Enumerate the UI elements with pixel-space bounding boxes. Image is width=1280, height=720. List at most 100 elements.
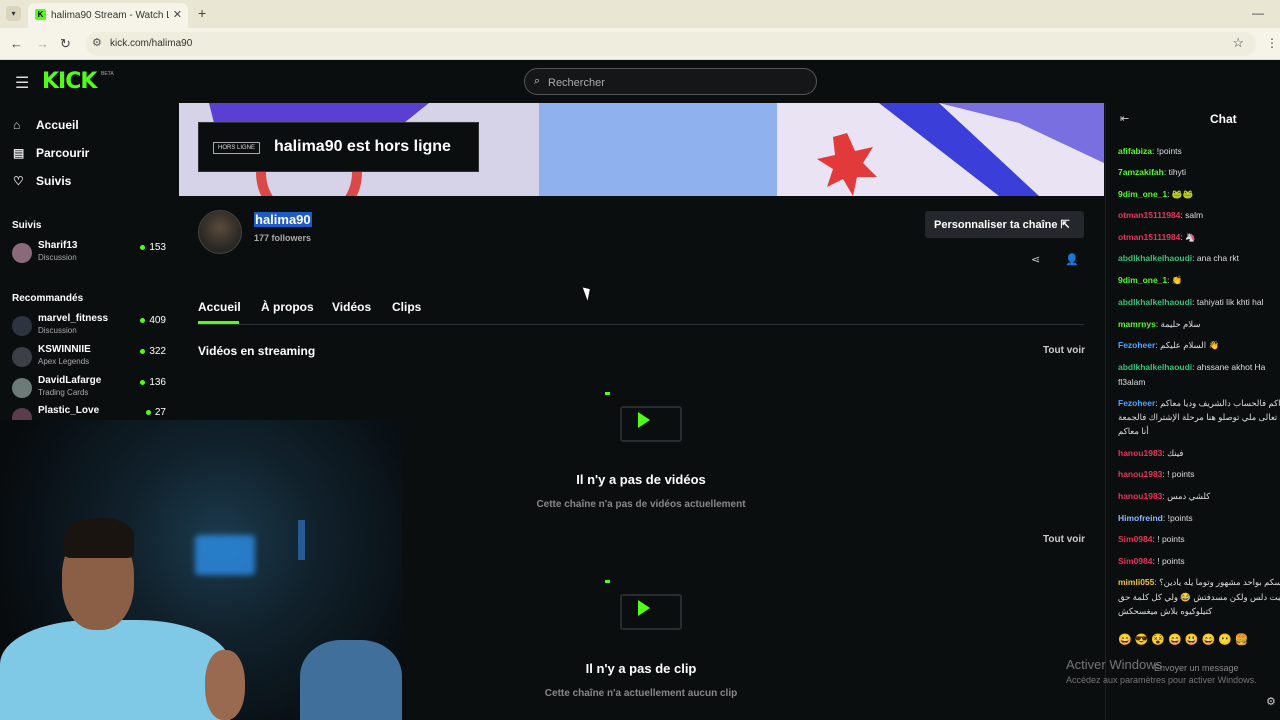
- chat-username[interactable]: hanou1983: [1118, 448, 1162, 458]
- chat-message: fl3alam: [1118, 376, 1280, 389]
- live-dot-icon: [145, 409, 151, 415]
- chat-username[interactable]: Sim0984: [1118, 534, 1153, 544]
- chat-message: hanou1983: فينك: [1118, 448, 1184, 458]
- webcam-overlay: [0, 420, 402, 720]
- gear-icon[interactable]: ⚙: [1266, 695, 1276, 708]
- chat-message: 9dim_one_1: 👏: [1118, 275, 1183, 285]
- back-arrow-icon[interactable]: ←: [10, 36, 23, 51]
- minimize-window-button[interactable]: —: [1252, 6, 1264, 20]
- chat-username[interactable]: otman15111984: [1118, 232, 1180, 242]
- sidebar-item-accueil[interactable]: ⌂ Accueil: [13, 118, 79, 132]
- chat-username[interactable]: abdlkhalkelhaoudi: [1118, 253, 1192, 263]
- tab-videos[interactable]: Vidéos: [332, 300, 371, 314]
- tab-list-button[interactable]: ▾: [6, 6, 21, 21]
- reload-icon[interactable]: ↻: [60, 36, 71, 52]
- see-all-clips-link[interactable]: Tout voir: [1043, 534, 1085, 545]
- chat-text: اسكم بواحد مشهور وتوما يله يادين؟: [1159, 577, 1280, 587]
- offline-text: halima90 est hors ligne: [274, 138, 451, 155]
- chat-message: 9dim_one_1: 🐸🐸: [1118, 189, 1194, 199]
- second-person: [300, 640, 402, 720]
- chat-message: كتيلوكيوه بلاش ميغسحكش: [1118, 605, 1280, 618]
- channel-item-davidlafarge[interactable]: DavidLafarge Trading Cards 136: [12, 375, 172, 403]
- chat-message: mamrnys: سلام حليمة: [1118, 319, 1201, 329]
- mouse-cursor: [582, 285, 594, 301]
- chat-message: 7amzakifah: tihyti: [1118, 167, 1187, 177]
- search-input[interactable]: ⌕ Rechercher: [524, 68, 817, 95]
- live-dot-icon: [140, 348, 146, 354]
- viewer-count: 153: [140, 242, 166, 253]
- chat-username[interactable]: Fezoheer: [1118, 398, 1155, 408]
- logo-beta-tag: BETA: [101, 71, 114, 77]
- sidebar-item-parcourir[interactable]: ▤ Parcourir: [13, 146, 89, 160]
- bookmark-star-icon[interactable]: ☆: [1232, 35, 1244, 51]
- channel-avatar[interactable]: [198, 210, 242, 254]
- tab-title: halima90 Stream - Watch Live o: [51, 10, 169, 21]
- chat-text: كلشي دمس: [1167, 491, 1211, 501]
- chat-username[interactable]: abdlkhalkelhaoudi: [1118, 362, 1192, 372]
- forward-arrow-icon[interactable]: →: [36, 36, 49, 51]
- avatar: [12, 316, 32, 336]
- new-tab-button[interactable]: +: [198, 5, 206, 21]
- chat-username[interactable]: afifabiza: [1118, 146, 1152, 156]
- kick-logo[interactable]: KICK: [42, 69, 97, 94]
- chat-message: abdlkhalkelhaoudi: tahiyati lik khti hal: [1118, 297, 1264, 307]
- channel-item-sharif13[interactable]: Sharif13 Discussion 153: [12, 240, 172, 268]
- chat-message: تعالى ملي توصلو هنا مرحلة الإشتراك فالجم…: [1118, 411, 1280, 424]
- play-icon: [638, 412, 650, 428]
- chat-username[interactable]: hanou1983: [1118, 469, 1162, 479]
- chat-text: fl3alam: [1118, 377, 1146, 387]
- share-icon[interactable]: ⋖: [1031, 253, 1040, 266]
- chat-username[interactable]: mamrnys: [1118, 319, 1156, 329]
- chat-username[interactable]: 9dim_one_1: [1118, 189, 1167, 199]
- browser-tab[interactable]: K halima90 Stream - Watch Live o ✕: [28, 3, 188, 28]
- chat-username[interactable]: abdlkhalkelhaoudi: [1118, 297, 1192, 307]
- avatar: [12, 378, 32, 398]
- home-icon: ⌂: [13, 118, 21, 132]
- chat-text: 🐸🐸: [1171, 189, 1194, 199]
- chat-username[interactable]: 7amzakifah: [1118, 167, 1164, 177]
- chat-message: otman15111984: 🦄: [1118, 232, 1196, 242]
- tab-a-propos[interactable]: À propos: [261, 300, 314, 314]
- no-videos-illustration: [600, 392, 684, 444]
- chat-username[interactable]: Sim0984: [1118, 556, 1153, 566]
- close-tab-icon[interactable]: ✕: [173, 8, 182, 21]
- hamburger-menu-icon[interactable]: ☰: [15, 73, 29, 93]
- collapse-chat-icon[interactable]: ⇤: [1120, 112, 1129, 125]
- chat-message: hanou1983: كلشي دمس: [1118, 491, 1211, 501]
- chat-username[interactable]: hanou1983: [1118, 491, 1162, 501]
- channel-name: marvel_fitness: [38, 313, 109, 324]
- emote-bar[interactable]: 😄😎😵😄😃😄😶🍔: [1118, 633, 1252, 646]
- channel-item-kswinniie[interactable]: KSWINNIIE Apex Legends 322: [12, 344, 172, 372]
- tab-accueil[interactable]: Accueil: [198, 300, 241, 314]
- background-light: [195, 535, 255, 575]
- channel-category: Apex Legends: [38, 357, 90, 366]
- channel-name-heading: halima90: [254, 212, 312, 227]
- no-clips-subtitle: Cette chaîne n'a actuellement aucun clip: [544, 688, 738, 699]
- sidebar-item-suivis[interactable]: ♡ Suivis: [13, 174, 71, 188]
- site-info-icon[interactable]: ⚙: [92, 36, 102, 49]
- chat-text: فينك: [1167, 448, 1184, 458]
- channel-category: Trading Cards: [38, 388, 89, 397]
- avatar: [12, 347, 32, 367]
- viewer-count: 27: [145, 407, 166, 418]
- search-placeholder: Rechercher: [548, 77, 605, 89]
- sidebar-item-label: Suivis: [36, 174, 72, 188]
- chat-username[interactable]: 9dim_one_1: [1118, 275, 1167, 285]
- user-profile-icon[interactable]: 👤: [1065, 253, 1079, 266]
- channel-item-marvel-fitness[interactable]: marvel_fitness Discussion 409: [12, 313, 172, 341]
- live-dot-icon: [140, 317, 146, 323]
- chat-username[interactable]: Himofreind: [1118, 513, 1163, 523]
- browser-menu-icon[interactable]: ⋮: [1266, 36, 1278, 50]
- see-all-videos-link[interactable]: Tout voir: [1043, 345, 1085, 356]
- heart-icon: ♡: [13, 174, 24, 188]
- chat-username[interactable]: mimli055: [1118, 577, 1154, 587]
- chat-username[interactable]: otman15111984: [1118, 210, 1180, 220]
- tab-clips[interactable]: Clips: [392, 300, 421, 314]
- customize-channel-button[interactable]: Personnaliser ta chaîne ⇱: [925, 211, 1084, 238]
- chat-text: tihyti: [1168, 167, 1187, 177]
- chat-username[interactable]: Fezoheer: [1118, 340, 1155, 350]
- chat-message: abdlkhalkelhaoudi: ana cha rkt: [1118, 253, 1239, 263]
- browser-tab-bar: ▾ K halima90 Stream - Watch Live o ✕ + —: [0, 0, 1280, 28]
- url-field[interactable]: ⚙ kick.com/halima90 ☆: [86, 32, 1256, 56]
- viewer-count: 409: [140, 315, 166, 326]
